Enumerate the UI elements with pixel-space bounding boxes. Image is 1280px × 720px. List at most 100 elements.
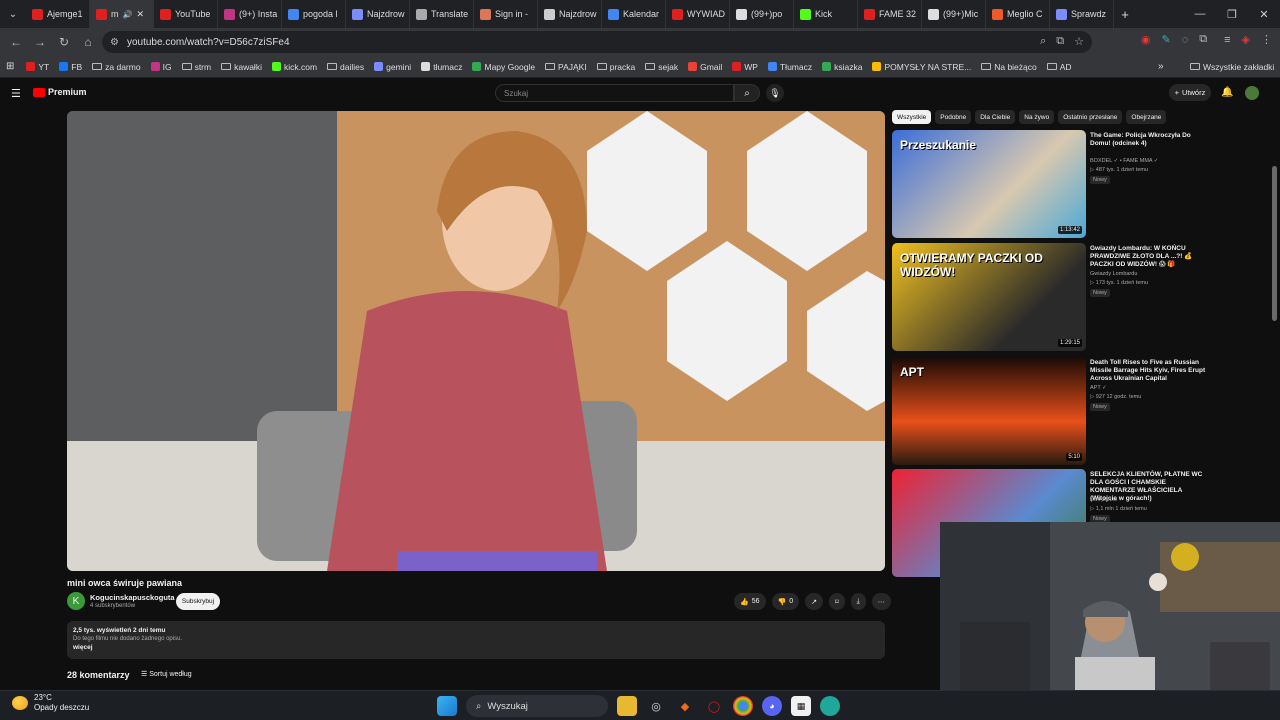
download-button[interactable]: ⤓	[850, 593, 866, 610]
bookmark-item[interactable]: AD	[1046, 62, 1072, 72]
browser-tab[interactable]: (9+) Insta	[218, 0, 282, 28]
filter-chip[interactable]: Obejrzane	[1126, 110, 1167, 124]
extension-icon[interactable]: ✎	[1161, 33, 1170, 46]
recommended-channel[interactable]: Gwiazdy Lombardu	[1090, 271, 1137, 277]
bookmark-item[interactable]: strm	[181, 62, 211, 72]
filter-chip[interactable]: Wszystkie	[892, 110, 932, 124]
recommended-channel[interactable]: APT ✓	[1090, 385, 1107, 391]
bookmark-item[interactable]: tłumacz	[421, 62, 462, 72]
steam-icon[interactable]: ◎	[646, 696, 666, 716]
site-info-icon[interactable]: ⚙	[110, 37, 119, 48]
brave-icon[interactable]: ◆	[675, 696, 695, 716]
hamburger-menu-icon[interactable]: ☰	[11, 87, 21, 100]
bookmark-item[interactable]: ksiazka	[822, 62, 862, 72]
menu-icon[interactable]: ⋮	[1261, 33, 1272, 46]
dislike-button[interactable]: 👎 0	[771, 593, 800, 610]
filter-chip[interactable]: Ostatnio przesłane	[1058, 110, 1123, 124]
video-player[interactable]	[67, 111, 885, 571]
more-actions-button[interactable]: ⋯	[871, 593, 891, 610]
like-button[interactable]: 👍 56	[734, 593, 766, 610]
youtube-logo[interactable]: Premium	[33, 87, 87, 97]
forward-icon[interactable]: →	[28, 35, 52, 49]
minimize-icon[interactable]: —	[1184, 0, 1216, 28]
browser-tab[interactable]: Ajemge1	[26, 0, 90, 28]
recommended-channel[interactable]: BOXDEL ✓ • FAME MMA ✓	[1090, 158, 1158, 164]
voice-search-button[interactable]: 🎙	[766, 84, 784, 102]
more-link[interactable]: więcej	[73, 644, 879, 651]
close-tab-icon[interactable]: ✕	[136, 9, 144, 20]
browser-tab[interactable]: (99+)Mic	[922, 0, 986, 28]
discord-icon[interactable]: ◕	[762, 696, 782, 716]
bookmark-item[interactable]: IG	[150, 62, 172, 72]
browser-tab[interactable]: FAME 32	[858, 0, 922, 28]
zoom-icon[interactable]: ⌕	[1040, 35, 1046, 48]
bookmark-item[interactable]: Gmail	[688, 62, 722, 72]
bookmark-item[interactable]: FB	[59, 62, 82, 72]
reload-icon[interactable]: ↻	[52, 35, 76, 49]
create-button[interactable]: + Utwórz	[1169, 84, 1211, 101]
filter-chip[interactable]: Dla Ciebie	[975, 110, 1016, 124]
browser-tab[interactable]: pogoda l	[282, 0, 346, 28]
bookmark-item[interactable]: gemini	[374, 62, 411, 72]
weather-widget[interactable]: 23°C Opady deszczu	[12, 693, 89, 713]
new-tab-button[interactable]: +	[1114, 7, 1136, 22]
bookmark-item[interactable]: YT	[26, 62, 49, 72]
opera-icon[interactable]: ◯	[704, 696, 724, 716]
notifications-bell-icon[interactable]: 🔔	[1221, 87, 1233, 98]
audio-icon[interactable]: 🔊	[123, 10, 133, 19]
recommended-title[interactable]: Gwiazdy Lombardu: W KOŃCU PRAWDZIWE ZŁOT…	[1090, 245, 1206, 269]
record-extension-icon[interactable]: ◉	[1141, 33, 1151, 46]
close-window-icon[interactable]: ✕	[1248, 0, 1280, 28]
recommended-video[interactable]: Przeszukanie 1:13:42 The Game: Policja Wkr…	[892, 130, 1272, 238]
sort-button[interactable]: ☰ Sortuj według	[141, 670, 192, 678]
share-button[interactable]: ↗	[805, 593, 824, 610]
browser-tab[interactable]: Najzdrow	[346, 0, 410, 28]
back-icon[interactable]: ←	[4, 35, 28, 49]
browser-tab[interactable]: Sign in -	[474, 0, 538, 28]
bookmark-item[interactable]: pracka	[596, 62, 635, 72]
home-icon[interactable]: ⌂	[76, 35, 100, 49]
bookmark-star-icon[interactable]: ☆	[1074, 35, 1084, 48]
video-thumbnail[interactable]: OTWIERAMY PACZKI OD WIDZÓW! 1:29:15	[892, 243, 1086, 351]
bookmark-item[interactable]: za darmo	[92, 62, 141, 72]
notion-icon[interactable]: ▦	[791, 696, 811, 716]
file-explorer-icon[interactable]	[617, 696, 637, 716]
bookmark-item[interactable]: kawałki	[221, 62, 262, 72]
app-icon[interactable]	[820, 696, 840, 716]
extension-icon[interactable]: ◌	[1182, 34, 1189, 46]
avatar[interactable]	[1245, 86, 1259, 100]
recommended-video[interactable]: APT 5:10 Death Toll Rises to Five as Russi…	[892, 357, 1272, 465]
search-input[interactable]: Szukaj	[495, 84, 734, 102]
bookmark-item[interactable]: Mapy Google	[472, 62, 535, 72]
install-icon[interactable]: ⧉	[1056, 35, 1064, 48]
tab-search-chevron-icon[interactable]: ⌄	[0, 0, 26, 28]
all-bookmarks-folder[interactable]: Wszystkie zakładki	[1190, 62, 1274, 72]
more-bookmarks-icon[interactable]: »	[1158, 61, 1164, 72]
taskbar-search[interactable]: ⌕ Wyszukaj	[466, 695, 608, 717]
browser-tab[interactable]: Kalendar	[602, 0, 666, 28]
save-button[interactable]: ⌑	[829, 593, 845, 610]
bookmark-item[interactable]: dailies	[327, 62, 364, 72]
browser-tab[interactable]: m 🔊 ✕	[90, 0, 154, 28]
chrome-icon[interactable]	[733, 696, 753, 716]
profile-icon[interactable]: ◈	[1242, 33, 1250, 46]
bookmark-item[interactable]: Na bieżąco	[981, 62, 1037, 72]
recommended-title[interactable]: Death Toll Rises to Five as Russian Miss…	[1090, 359, 1206, 383]
start-windows-icon[interactable]	[437, 696, 457, 716]
scrollbar[interactable]	[1272, 166, 1277, 321]
search-button[interactable]: ⌕	[734, 84, 760, 102]
browser-tab[interactable]: YouTube	[154, 0, 218, 28]
recommended-title[interactable]: The Game: Policja Wkroczyła Do Domu! (od…	[1090, 132, 1206, 148]
url-field[interactable]: ⚙ youtube.com/watch?v=D56c7ziSFe4 ⌕ ⧉ ☆	[102, 31, 1092, 53]
browser-tab[interactable]: (99+)po	[730, 0, 794, 28]
restore-icon[interactable]: ❐	[1216, 0, 1248, 28]
bookmark-item[interactable]: POMYSŁY NA STRE...	[872, 62, 971, 72]
recommended-channel[interactable]: KSIĄŻULO ✓	[1090, 497, 1123, 503]
channel-name[interactable]: Kogucinskapusckoguta	[90, 593, 175, 602]
browser-tab[interactable]: Sprawdz	[1050, 0, 1114, 28]
filter-chip[interactable]: Podobne	[935, 110, 972, 124]
extensions-puzzle-icon[interactable]: ⧉	[1199, 33, 1207, 46]
video-thumbnail[interactable]: Przeszukanie 1:13:42	[892, 130, 1086, 238]
media-icon[interactable]: ≡	[1224, 34, 1230, 46]
bookmark-item[interactable]: kick.com	[271, 62, 317, 72]
